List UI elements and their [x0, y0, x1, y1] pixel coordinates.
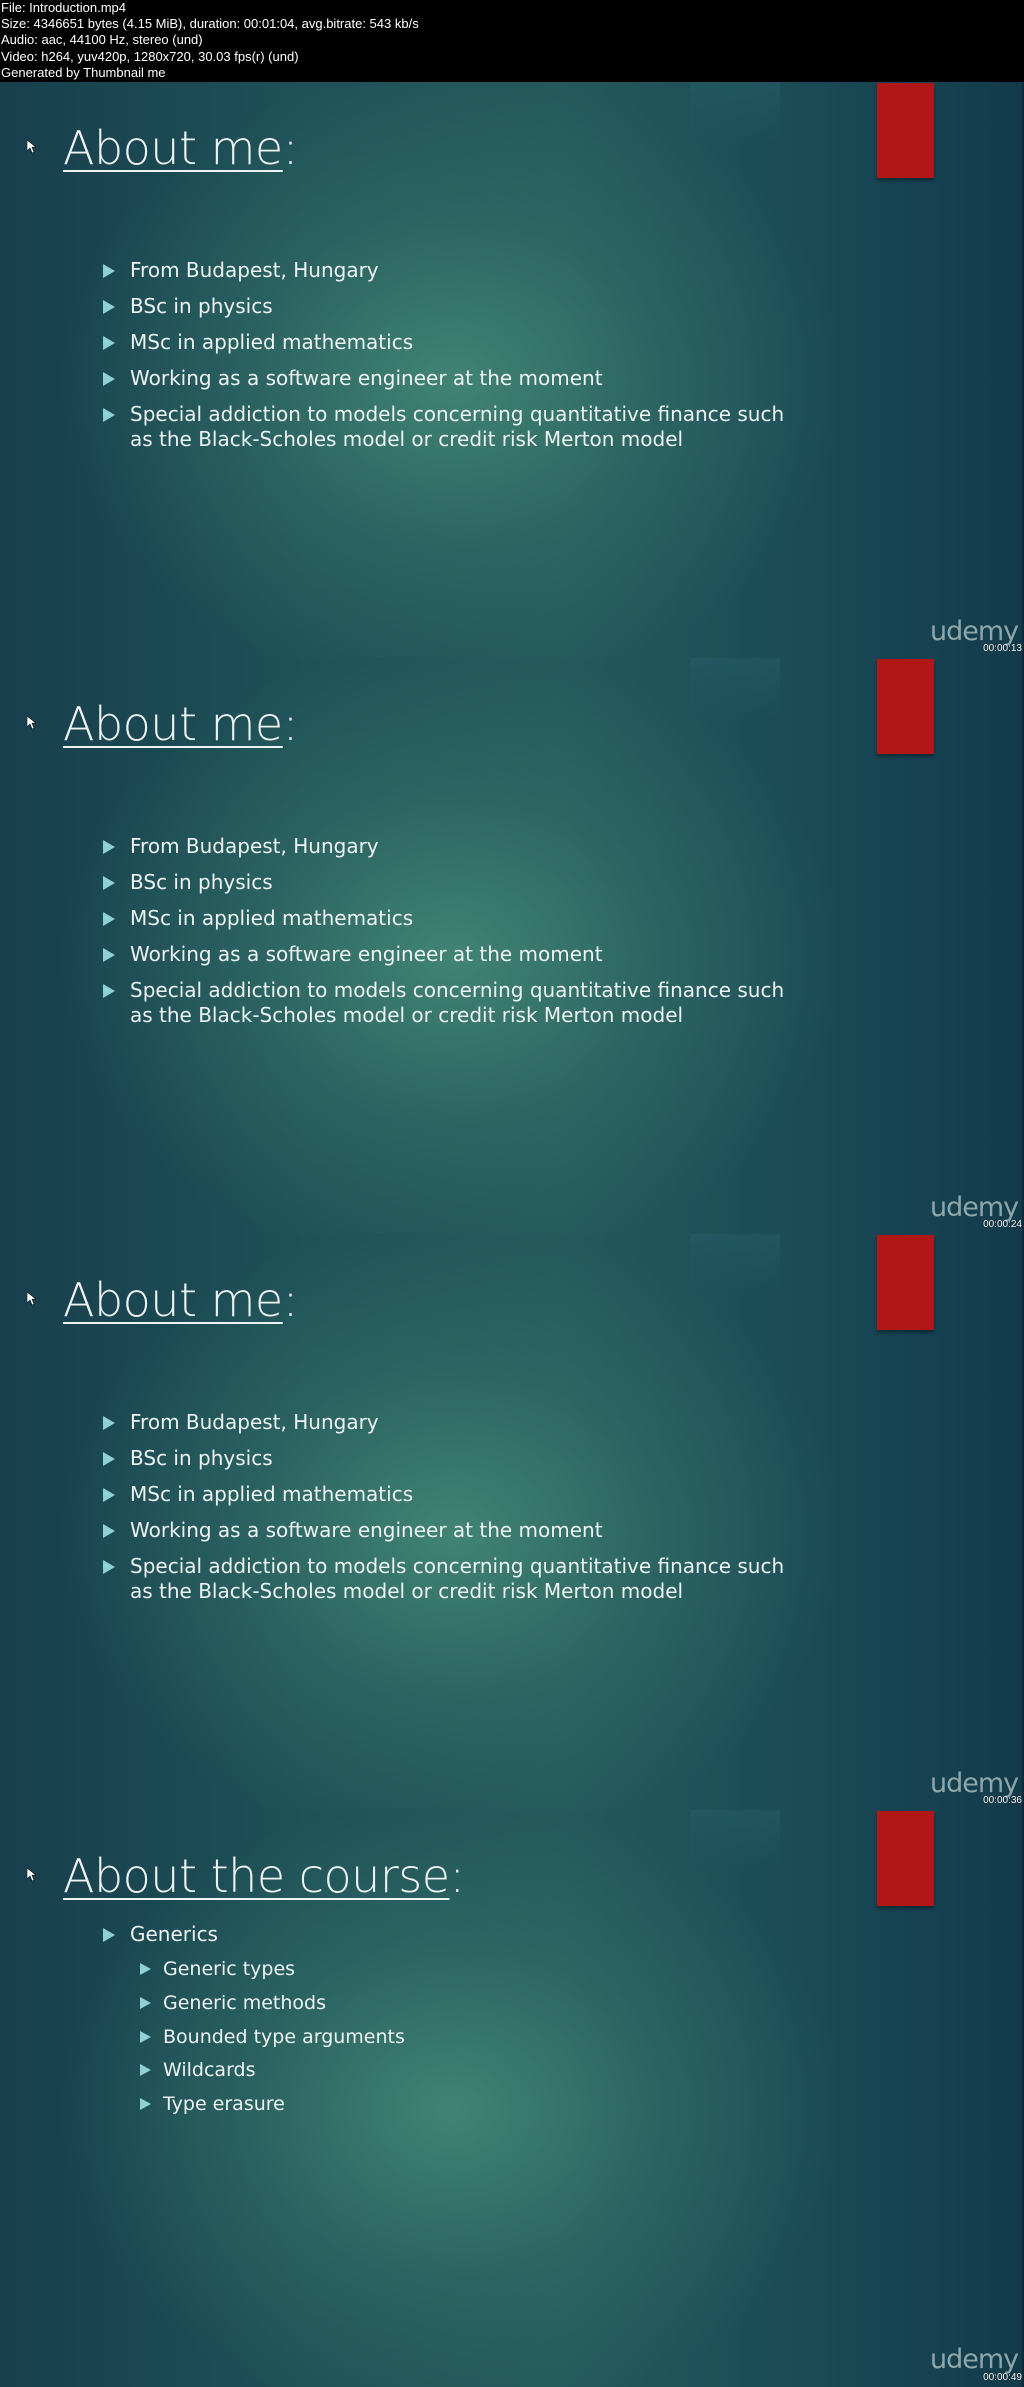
bullet-arrow-icon	[140, 2064, 151, 2076]
bullet-arrow-icon	[103, 912, 115, 926]
red-accent-block	[877, 1235, 934, 1330]
mouse-cursor-icon	[27, 140, 37, 154]
audio-info-line: Audio: aac, 44100 Hz, stereo (und)	[1, 32, 203, 48]
bullet-arrow-icon	[103, 1452, 115, 1466]
bullet-arrow-icon	[103, 372, 115, 386]
bullet-arrow-icon	[103, 1524, 115, 1538]
bullet-arrow-icon	[103, 1928, 115, 1942]
slide-title: About the course:	[63, 1849, 465, 1903]
bullet-arrow-icon	[103, 1416, 115, 1430]
video-frame-3: About me: From Budapest, Hungary BSc in …	[0, 1234, 1024, 1810]
bullet-arrow-icon	[103, 948, 115, 962]
video-frame-4: About the course: Generics Generic types…	[0, 1810, 1024, 2387]
bullet-arrow-icon	[103, 1488, 115, 1502]
bullet-arrow-icon	[103, 984, 115, 998]
red-accent-block	[877, 659, 934, 754]
video-info-line: Video: h264, yuv420p, 1280x720, 30.03 fp…	[1, 48, 299, 64]
bullet-arrow-icon	[103, 264, 115, 278]
timestamp: 00:00:13	[983, 643, 1022, 654]
slide-title: About me:	[63, 121, 298, 175]
video-frame-1: About me: From Budapest, Hungary BSc in …	[0, 82, 1024, 658]
background-stripe	[690, 1234, 780, 1294]
bullet-arrow-icon	[140, 1963, 151, 1975]
slide-title: About me:	[63, 1273, 298, 1327]
bullet-arrow-icon	[103, 300, 115, 314]
video-frame-2: About me: From Budapest, Hungary BSc in …	[0, 658, 1024, 1234]
red-accent-block	[877, 1811, 934, 1906]
bullet-arrow-icon	[103, 876, 115, 890]
timestamp: 00:00:36	[983, 1795, 1022, 1806]
slide-title: About me:	[63, 697, 298, 751]
bullet-arrow-icon	[140, 2098, 151, 2110]
background-stripe	[690, 82, 780, 142]
generator-line: Generated by Thumbnail me	[1, 64, 166, 80]
timestamp: 00:00:24	[983, 1219, 1022, 1230]
red-accent-block	[877, 83, 934, 178]
bullet-arrow-icon	[140, 2031, 151, 2043]
background-stripe	[690, 1810, 780, 1870]
background-stripe	[690, 658, 780, 718]
bullet-arrow-icon	[103, 336, 115, 350]
mouse-cursor-icon	[27, 1292, 37, 1306]
bullet-arrow-icon	[103, 840, 115, 854]
file-name-line: File: Introduction.mp4	[1, 0, 127, 15]
thumbnail-info-header: File: Introduction.mp4 Size: 4346651 byt…	[0, 0, 1024, 82]
timestamp: 00:00:49	[983, 2372, 1022, 2383]
mouse-cursor-icon	[27, 716, 37, 730]
file-size-line: Size: 4346651 bytes (4.15 MiB), duration…	[1, 16, 419, 32]
bullet-arrow-icon	[140, 1997, 151, 2009]
mouse-cursor-icon	[27, 1868, 37, 1882]
bullet-arrow-icon	[103, 408, 115, 422]
bullet-arrow-icon	[103, 1560, 115, 1574]
udemy-logo: udemy	[930, 2344, 1019, 2375]
